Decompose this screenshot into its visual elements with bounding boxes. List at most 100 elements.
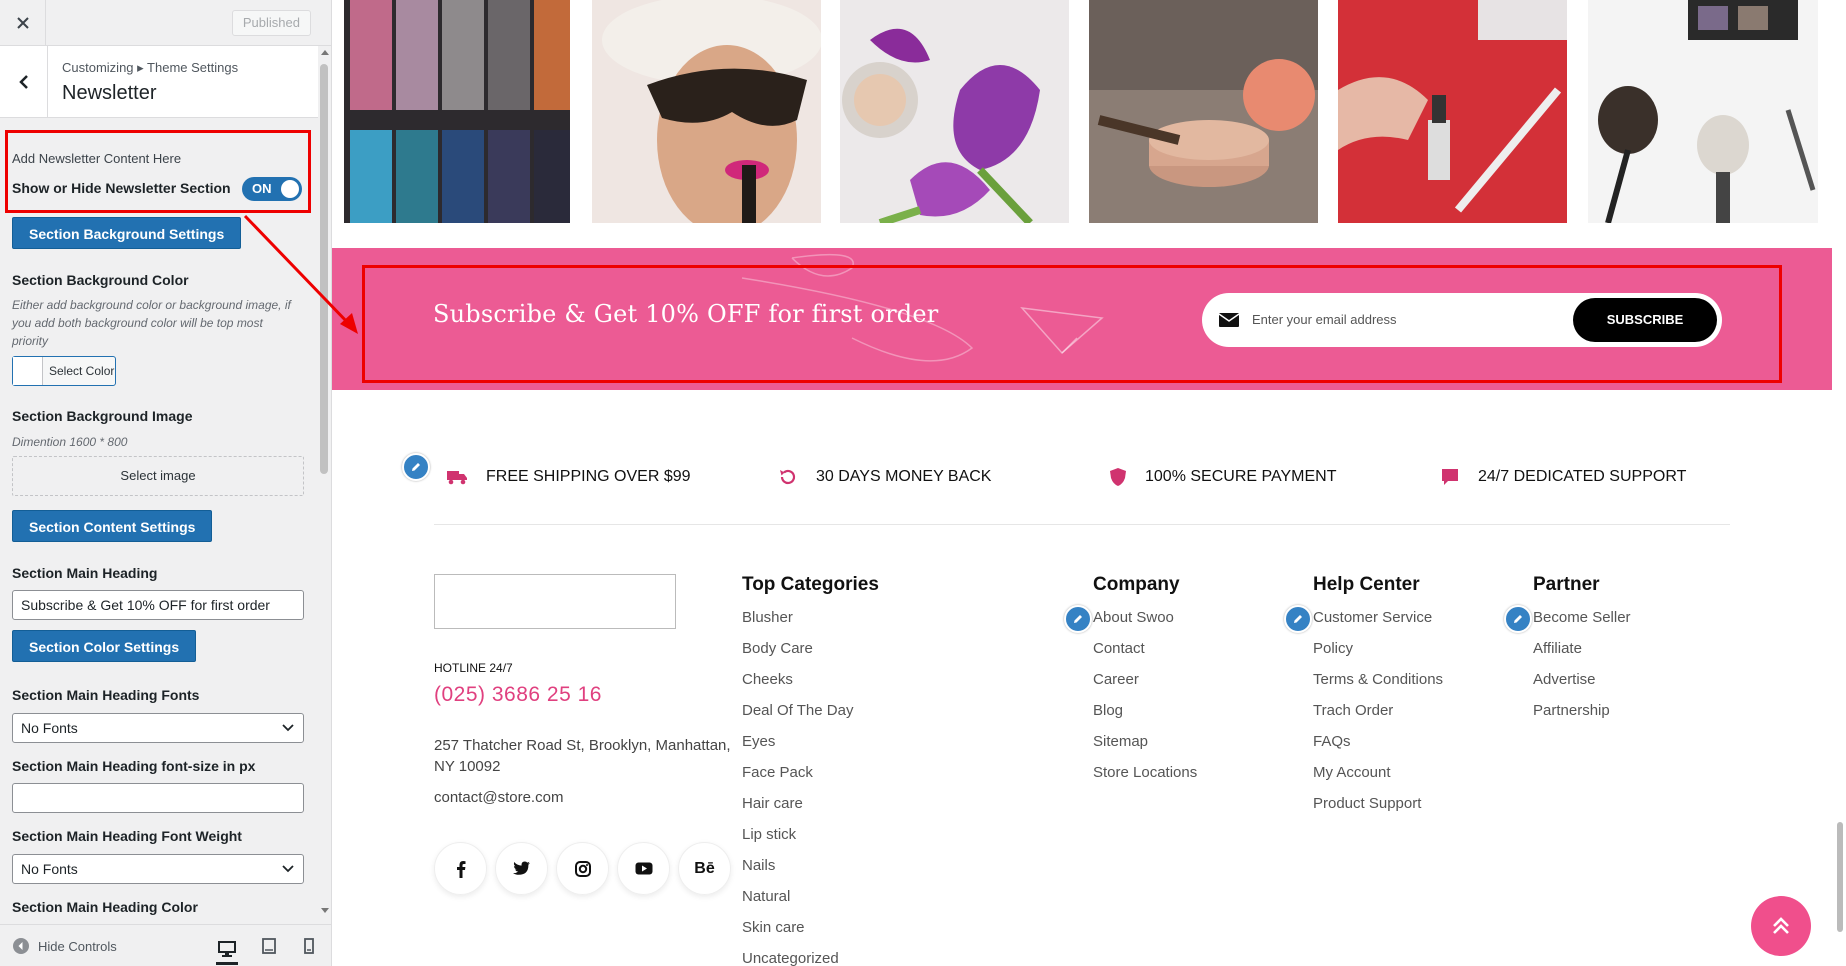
- newsletter-section: Subscribe & Get 10% OFF for first order …: [332, 248, 1832, 390]
- edit-pencil-icon[interactable]: [1064, 605, 1092, 633]
- scrollbar-thumb[interactable]: [320, 64, 328, 474]
- footer-link[interactable]: Policy: [1313, 639, 1443, 670]
- footer-link[interactable]: My Account: [1313, 763, 1443, 794]
- intro-text: Add Newsletter Content Here: [12, 151, 182, 166]
- footer-link[interactable]: Hair care: [742, 794, 879, 825]
- footer-link[interactable]: Terms & Conditions: [1313, 670, 1443, 701]
- scroll-up-icon[interactable]: [321, 50, 329, 55]
- footer-link[interactable]: Become Seller: [1533, 608, 1631, 639]
- select-image-button[interactable]: Select image: [12, 456, 304, 496]
- footer-link[interactable]: Blusher: [742, 608, 879, 639]
- color-swatch: [13, 357, 43, 385]
- footer-link[interactable]: Nails: [742, 856, 879, 887]
- logo-image[interactable]: [434, 574, 676, 629]
- background-settings-button[interactable]: Section Background Settings: [12, 217, 242, 249]
- font-size-input[interactable]: [12, 783, 304, 813]
- heading-fonts-select[interactable]: No Fonts: [12, 713, 304, 743]
- gallery-image-eyeshadow[interactable]: [344, 0, 570, 223]
- behance-icon[interactable]: Bē: [678, 842, 731, 895]
- instagram-gallery: [344, 0, 1834, 235]
- newsletter-form: Enter your email address SUBSCRIBE: [1202, 293, 1722, 347]
- footer-link[interactable]: Sitemap: [1093, 732, 1197, 763]
- footer-link[interactable]: Advertise: [1533, 670, 1631, 701]
- footer-link[interactable]: Career: [1093, 670, 1197, 701]
- footer-link[interactable]: Eyes: [742, 732, 879, 763]
- site-preview: Subscribe & Get 10% OFF for first order …: [332, 0, 1846, 966]
- bg-image-description: Dimention 1600 * 800: [12, 435, 128, 449]
- footer-link[interactable]: Natural: [742, 887, 879, 918]
- toggle-label: Show or Hide Newsletter Section: [12, 180, 231, 196]
- gallery-image-tulips[interactable]: [840, 0, 1069, 227]
- desktop-preview-icon[interactable]: [216, 935, 238, 965]
- truck-icon: [447, 471, 467, 485]
- footer-column-partner: Partner Become Seller Affiliate Advertis…: [1533, 574, 1631, 732]
- instagram-icon[interactable]: [556, 842, 609, 895]
- scroll-down-icon[interactable]: [321, 908, 329, 913]
- footer-link[interactable]: FAQs: [1313, 732, 1443, 763]
- footer-link[interactable]: Store Locations: [1093, 763, 1197, 794]
- edit-pencil-icon[interactable]: [1284, 605, 1312, 633]
- footer-link[interactable]: Uncategorized: [742, 949, 879, 966]
- shield-icon: [1110, 468, 1126, 486]
- footer-link[interactable]: Body Care: [742, 639, 879, 670]
- bg-image-label: Section Background Image: [12, 408, 193, 424]
- gallery-image-nail-polish[interactable]: [1338, 0, 1567, 223]
- footer-link[interactable]: Deal Of The Day: [742, 701, 879, 732]
- newsletter-toggle[interactable]: ON: [242, 177, 302, 201]
- gallery-image-brushes[interactable]: [1588, 0, 1818, 224]
- features-bar: FREE SHIPPING OVER $99 30 DAYS MONEY BAC…: [332, 455, 1832, 499]
- chevron-down-icon: [282, 865, 294, 873]
- footer-link[interactable]: Contact: [1093, 639, 1197, 670]
- footer-link[interactable]: About Swoo: [1093, 608, 1197, 639]
- back-button[interactable]: [0, 46, 48, 118]
- hide-controls-button[interactable]: Hide Controls: [12, 937, 117, 955]
- footer-link[interactable]: Blog: [1093, 701, 1197, 732]
- close-icon[interactable]: [0, 0, 46, 46]
- gallery-image-woman-lipstick[interactable]: [592, 0, 822, 235]
- mobile-preview-icon[interactable]: [298, 935, 320, 957]
- publish-button[interactable]: Published: [231, 10, 311, 36]
- section-title: Newsletter: [62, 82, 157, 104]
- tablet-preview-icon[interactable]: [258, 935, 280, 957]
- customizer-sidebar: Published Customizing ▸ Theme Settings N…: [0, 0, 332, 966]
- hotline-label: HOTLINE 24/7: [434, 661, 513, 675]
- hotline-number[interactable]: (025) 3686 25 16: [434, 683, 734, 707]
- newsletter-heading: Subscribe & Get 10% OFF for first order: [433, 300, 939, 328]
- youtube-icon[interactable]: [617, 842, 670, 895]
- bg-color-description: Either add background color or backgroun…: [12, 298, 291, 348]
- twitter-icon[interactable]: [495, 842, 548, 895]
- back-to-top-button[interactable]: [1751, 896, 1811, 956]
- chevron-left-icon: [18, 75, 28, 89]
- select-color-button[interactable]: Select Color: [12, 356, 116, 386]
- footer-link[interactable]: Skin care: [742, 918, 879, 949]
- gallery-image-cosmetic-jar[interactable]: [1089, 0, 1318, 223]
- footer-column-company: Company About Swoo Contact Career Blog S…: [1093, 574, 1197, 794]
- facebook-icon[interactable]: [434, 842, 487, 895]
- contact-email[interactable]: contact@store.com: [434, 789, 734, 806]
- footer-link[interactable]: Cheeks: [742, 670, 879, 701]
- scrollbar-thumb[interactable]: [1837, 822, 1843, 932]
- edit-pencil-icon[interactable]: [1504, 605, 1532, 633]
- preview-scrollbar[interactable]: [1834, 0, 1846, 966]
- footer-link[interactable]: Customer Service: [1313, 608, 1443, 639]
- footer-link[interactable]: Trach Order: [1313, 701, 1443, 732]
- chat-icon: [1442, 469, 1458, 485]
- toggle-state: ON: [252, 181, 272, 196]
- footer-link[interactable]: Lip stick: [742, 825, 879, 856]
- font-weight-select[interactable]: No Fonts: [12, 854, 304, 884]
- content-settings-button[interactable]: Section Content Settings: [12, 510, 213, 542]
- footer-link[interactable]: Partnership: [1533, 701, 1631, 732]
- social-links: Bē: [434, 842, 731, 895]
- footer-link[interactable]: Face Pack: [742, 763, 879, 794]
- footer-link[interactable]: Affiliate: [1533, 639, 1631, 670]
- font-weight-label: Section Main Heading Font Weight: [12, 828, 242, 844]
- subscribe-button[interactable]: SUBSCRIBE: [1573, 298, 1717, 342]
- footer-link[interactable]: Product Support: [1313, 794, 1443, 825]
- email-input[interactable]: Enter your email address: [1252, 293, 1552, 347]
- sidebar-scrollbar[interactable]: [318, 46, 331, 924]
- feature-label: FREE SHIPPING OVER $99: [486, 468, 691, 485]
- section-header: Customizing ▸ Theme Settings Newsletter: [0, 46, 331, 118]
- main-heading-input[interactable]: Subscribe & Get 10% OFF for first order: [12, 590, 304, 620]
- breadcrumb: Customizing ▸ Theme Settings: [62, 60, 239, 75]
- color-settings-button[interactable]: Section Color Settings: [12, 630, 197, 662]
